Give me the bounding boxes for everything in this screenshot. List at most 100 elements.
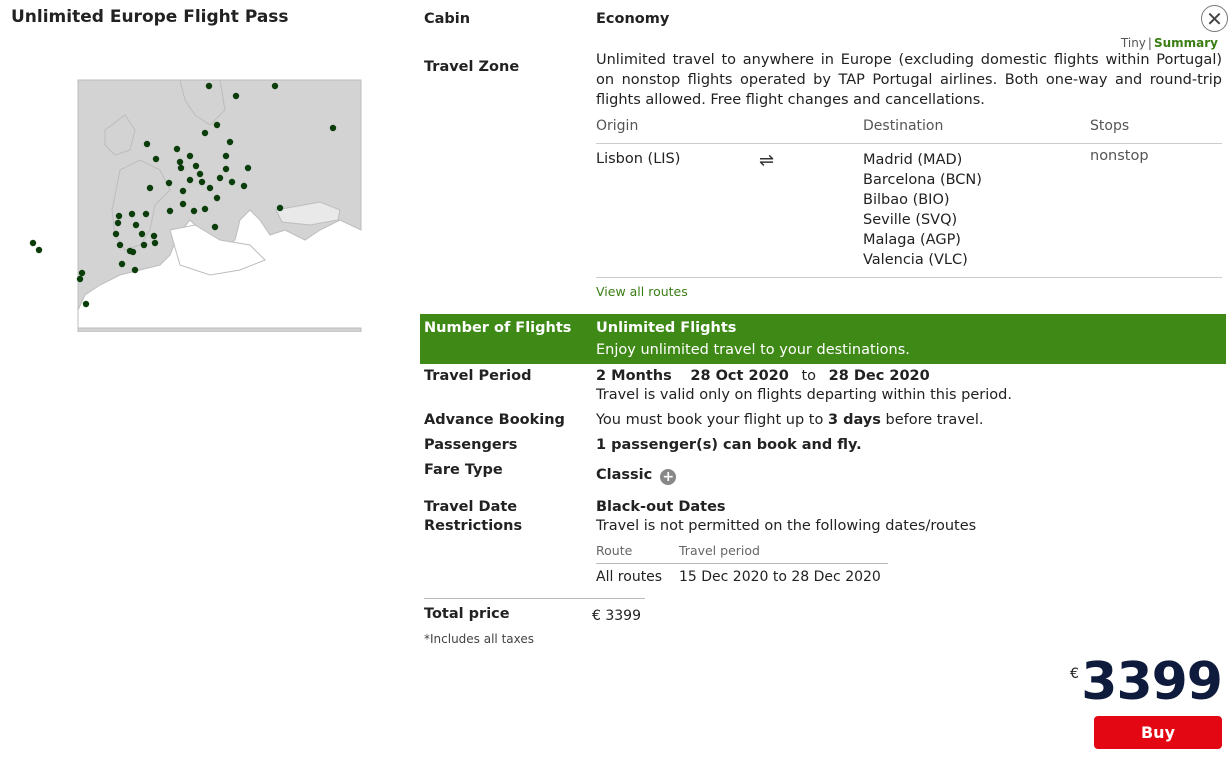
- airport-dot: [177, 164, 185, 172]
- passengers-label: Passengers: [424, 437, 518, 453]
- advance-suffix: before travel.: [885, 412, 984, 428]
- close-icon: ✕: [1206, 6, 1223, 31]
- travel-period-dates: 2 Months 28 Oct 2020 to 28 Dec 2020: [596, 368, 930, 384]
- tiny-view-link[interactable]: Tiny: [1121, 36, 1146, 50]
- destination-item: Madrid (MAD): [863, 152, 963, 168]
- airport-dot: [211, 223, 219, 231]
- swap-arrows-icon: ⇌: [759, 150, 775, 171]
- airport-dot: [112, 230, 120, 238]
- destination-item: Barcelona (BCN): [863, 172, 982, 188]
- blackout-period-header: Travel period: [679, 543, 760, 558]
- airport-dot: [329, 124, 337, 132]
- airport-dot: [222, 165, 230, 173]
- routes-divider: [596, 143, 1222, 144]
- airport-dot: [222, 152, 230, 160]
- blackout-divider: [596, 563, 888, 564]
- period-start: 28 Oct 2020: [690, 368, 789, 384]
- airport-dot: [186, 152, 194, 160]
- travel-period-label: Travel Period: [424, 368, 532, 384]
- airport-dot: [179, 200, 187, 208]
- destination-item: Bilbao (BIO): [863, 192, 950, 208]
- travel-zone-label: Travel Zone: [424, 59, 520, 75]
- fare-type-name: Classic: [596, 467, 653, 483]
- advance-booking-label: Advance Booking: [424, 412, 565, 428]
- airport-dot: [138, 230, 146, 238]
- airport-dot: [205, 82, 213, 90]
- destination-column-header: Destination: [863, 118, 944, 134]
- airport-dot: [165, 179, 173, 187]
- cabin-value: Economy: [596, 11, 670, 27]
- airport-dot: [240, 182, 248, 190]
- airport-dot: [276, 204, 284, 212]
- airport-dot: [186, 176, 194, 184]
- flights-subtitle: Enjoy unlimited travel to your destinati…: [596, 342, 910, 358]
- airport-dot: [179, 187, 187, 195]
- airport-dot: [35, 246, 43, 254]
- destination-list: Madrid (MAD) Barcelona (BCN) Bilbao (BIO…: [863, 150, 982, 270]
- summary-view-link[interactable]: Summary: [1154, 36, 1218, 50]
- price-currency: €: [1070, 666, 1079, 682]
- view-toggle: Tiny | Summary: [1121, 36, 1218, 50]
- period-duration: 2 Months: [596, 368, 672, 384]
- airport-dot: [198, 178, 206, 186]
- blackout-route-cell: All routes: [596, 569, 663, 585]
- airport-dot: [213, 121, 221, 129]
- airport-dot: [140, 241, 148, 249]
- airport-dot: [78, 269, 86, 277]
- travel-zone-description: Unlimited travel to anywhere in Europe (…: [596, 52, 1222, 108]
- airport-dot: [166, 207, 174, 215]
- restrictions-label-line2: Restrictions: [424, 518, 523, 534]
- taxes-note: *Includes all taxes: [424, 632, 535, 646]
- flights-label: Number of Flights: [424, 320, 572, 336]
- close-button[interactable]: ✕: [1201, 5, 1228, 32]
- view-all-routes-link[interactable]: View all routes: [596, 284, 688, 299]
- fare-type-value: Classic +: [596, 467, 677, 485]
- flights-title: Unlimited Flights: [596, 320, 737, 336]
- airport-dot: [228, 178, 236, 186]
- total-price-value: € 3399: [592, 608, 641, 624]
- airport-dot: [201, 205, 209, 213]
- blackout-route-header: Route: [596, 543, 633, 558]
- airport-dot: [129, 248, 137, 256]
- number-of-flights-band: Number of Flights Unlimited Flights Enjo…: [420, 314, 1226, 364]
- airport-dot: [176, 158, 184, 166]
- airport-dot: [143, 140, 151, 148]
- airport-dot: [196, 170, 204, 178]
- airport-dot: [150, 232, 158, 240]
- origin-column-header: Origin: [596, 118, 639, 134]
- blackout-note: Travel is not permitted on the following…: [596, 518, 977, 534]
- airport-dot: [226, 138, 234, 146]
- buy-button[interactable]: Buy: [1094, 716, 1222, 749]
- airport-dot: [116, 241, 124, 249]
- stops-value: nonstop: [1090, 148, 1149, 164]
- blackout-title: Black-out Dates: [596, 499, 726, 515]
- airport-dot: [244, 164, 252, 172]
- blackout-period-cell: 15 Dec 2020 to 28 Dec 2020: [679, 569, 881, 585]
- toggle-separator: |: [1147, 36, 1152, 50]
- airport-dot: [201, 129, 209, 137]
- airport-dot: [151, 239, 159, 247]
- plus-circle-icon[interactable]: +: [660, 469, 677, 485]
- airport-dot: [118, 260, 126, 268]
- airport-dot: [190, 207, 198, 215]
- route-map: [20, 70, 365, 332]
- fare-type-label: Fare Type: [424, 462, 503, 478]
- airport-dot: [146, 184, 154, 192]
- airport-dot: [271, 82, 279, 90]
- airport-dot: [216, 174, 224, 182]
- origin-value: Lisbon (LIS): [596, 151, 681, 167]
- airport-dot: [213, 194, 221, 202]
- travel-period-note: Travel is valid only on flights departin…: [596, 387, 1012, 403]
- airport-dot: [76, 275, 84, 283]
- airport-dot: [131, 266, 139, 274]
- airport-dot: [132, 221, 140, 229]
- airport-dot: [206, 184, 214, 192]
- airport-dot: [82, 300, 90, 308]
- stops-column-header: Stops: [1090, 118, 1130, 134]
- airport-dot: [173, 145, 181, 153]
- destination-item: Malaga (AGP): [863, 232, 961, 248]
- europe-map-svg: [20, 70, 365, 332]
- airport-dot: [114, 219, 122, 227]
- passengers-value: 1 passenger(s) can book and fly.: [596, 437, 862, 453]
- airport-dot: [128, 210, 136, 218]
